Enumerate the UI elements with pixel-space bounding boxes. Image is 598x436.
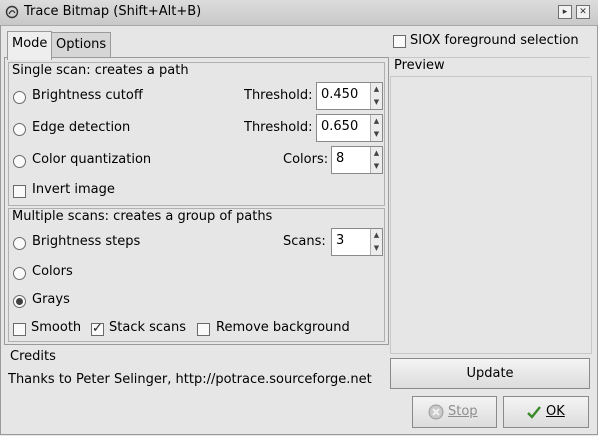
brightness-threshold-label: Threshold:: [244, 88, 313, 103]
colors-label[interactable]: Colors: [32, 264, 73, 279]
spin-down-icon[interactable]: ▼: [371, 96, 382, 109]
spin-buttons: ▲ ▼: [370, 115, 382, 141]
shade-icon[interactable]: ▸: [558, 5, 572, 19]
stack-scans-label[interactable]: Stack scans: [109, 320, 186, 335]
spin-buttons: ▲ ▼: [370, 147, 382, 173]
spin-buttons: ▲ ▼: [370, 229, 382, 255]
brightness-threshold-value[interactable]: 0.450: [321, 87, 358, 102]
spin-up-icon[interactable]: ▲: [371, 229, 382, 242]
color-quantization-radio[interactable]: [13, 155, 26, 168]
smooth-checkbox[interactable]: [13, 323, 26, 336]
inkscape-trace-icon: [5, 5, 19, 19]
ok-button[interactable]: OK: [503, 396, 589, 428]
edge-threshold-label: Threshold:: [244, 120, 313, 135]
brightness-steps-radio[interactable]: [13, 237, 26, 250]
spin-buttons: ▲ ▼: [370, 83, 382, 109]
close-icon[interactable]: ✕: [576, 5, 590, 19]
edge-detection-label[interactable]: Edge detection: [32, 120, 130, 135]
brightness-cutoff-radio[interactable]: [13, 91, 26, 104]
edge-threshold-spinner[interactable]: 0.650 ▲ ▼: [316, 114, 383, 142]
tab-options[interactable]: Options: [51, 32, 112, 59]
spin-down-icon[interactable]: ▼: [371, 128, 382, 141]
mode-tab-panel: Single scan: creates a path Brightness c…: [4, 57, 389, 345]
smooth-label[interactable]: Smooth: [31, 320, 81, 335]
tab-mode[interactable]: Mode: [7, 31, 53, 60]
preview-title: Preview: [394, 58, 445, 73]
remove-background-label[interactable]: Remove background: [216, 320, 350, 335]
credits-title: Credits: [10, 349, 56, 364]
colors-radio[interactable]: [13, 267, 26, 280]
preview-area: [390, 76, 592, 354]
spin-up-icon[interactable]: ▲: [371, 147, 382, 160]
stack-scans-checkbox[interactable]: [91, 321, 104, 336]
siox-label[interactable]: SIOX foreground selection: [410, 33, 579, 48]
invert-image-label[interactable]: Invert image: [32, 182, 115, 197]
window-title: Trace Bitmap (Shift+Alt+B): [24, 4, 202, 19]
siox-checkbox[interactable]: [393, 35, 406, 48]
brightness-steps-label[interactable]: Brightness steps: [32, 234, 140, 249]
single-scan-title: Single scan: creates a path: [12, 63, 189, 78]
grays-label[interactable]: Grays: [32, 292, 70, 307]
spin-up-icon[interactable]: ▲: [371, 115, 382, 128]
scans-label: Scans:: [283, 234, 326, 249]
remove-background-checkbox[interactable]: [197, 323, 210, 336]
spin-up-icon[interactable]: ▲: [371, 83, 382, 96]
stop-label: Stop: [448, 404, 478, 419]
spin-down-icon[interactable]: ▼: [371, 160, 382, 173]
colors-count-spinner[interactable]: 8 ▲ ▼: [331, 146, 383, 174]
stop-icon: [428, 404, 444, 420]
color-quantization-label[interactable]: Color quantization: [32, 152, 151, 167]
title-bar[interactable]: Trace Bitmap (Shift+Alt+B) ▸ ✕: [0, 0, 598, 26]
scans-spinner[interactable]: 3 ▲ ▼: [331, 228, 383, 256]
credits-text: Thanks to Peter Selinger, http://potrace…: [8, 372, 372, 387]
edge-detection-radio[interactable]: [13, 123, 26, 136]
colors-count-label: Colors:: [283, 152, 329, 167]
edge-threshold-value[interactable]: 0.650: [321, 119, 358, 134]
brightness-threshold-spinner[interactable]: 0.450 ▲ ▼: [316, 82, 383, 110]
grays-radio[interactable]: [13, 295, 26, 308]
brightness-cutoff-label[interactable]: Brightness cutoff: [32, 88, 143, 103]
ok-label: OK: [546, 404, 565, 419]
colors-count-value[interactable]: 8: [336, 151, 344, 166]
check-icon: [527, 406, 541, 419]
multi-scan-title: Multiple scans: creates a group of paths: [12, 209, 273, 224]
scans-value[interactable]: 3: [336, 233, 344, 248]
invert-image-checkbox[interactable]: [13, 185, 26, 198]
update-button[interactable]: Update: [390, 358, 590, 389]
stop-button[interactable]: Stop: [412, 396, 497, 428]
spin-down-icon[interactable]: ▼: [371, 242, 382, 255]
